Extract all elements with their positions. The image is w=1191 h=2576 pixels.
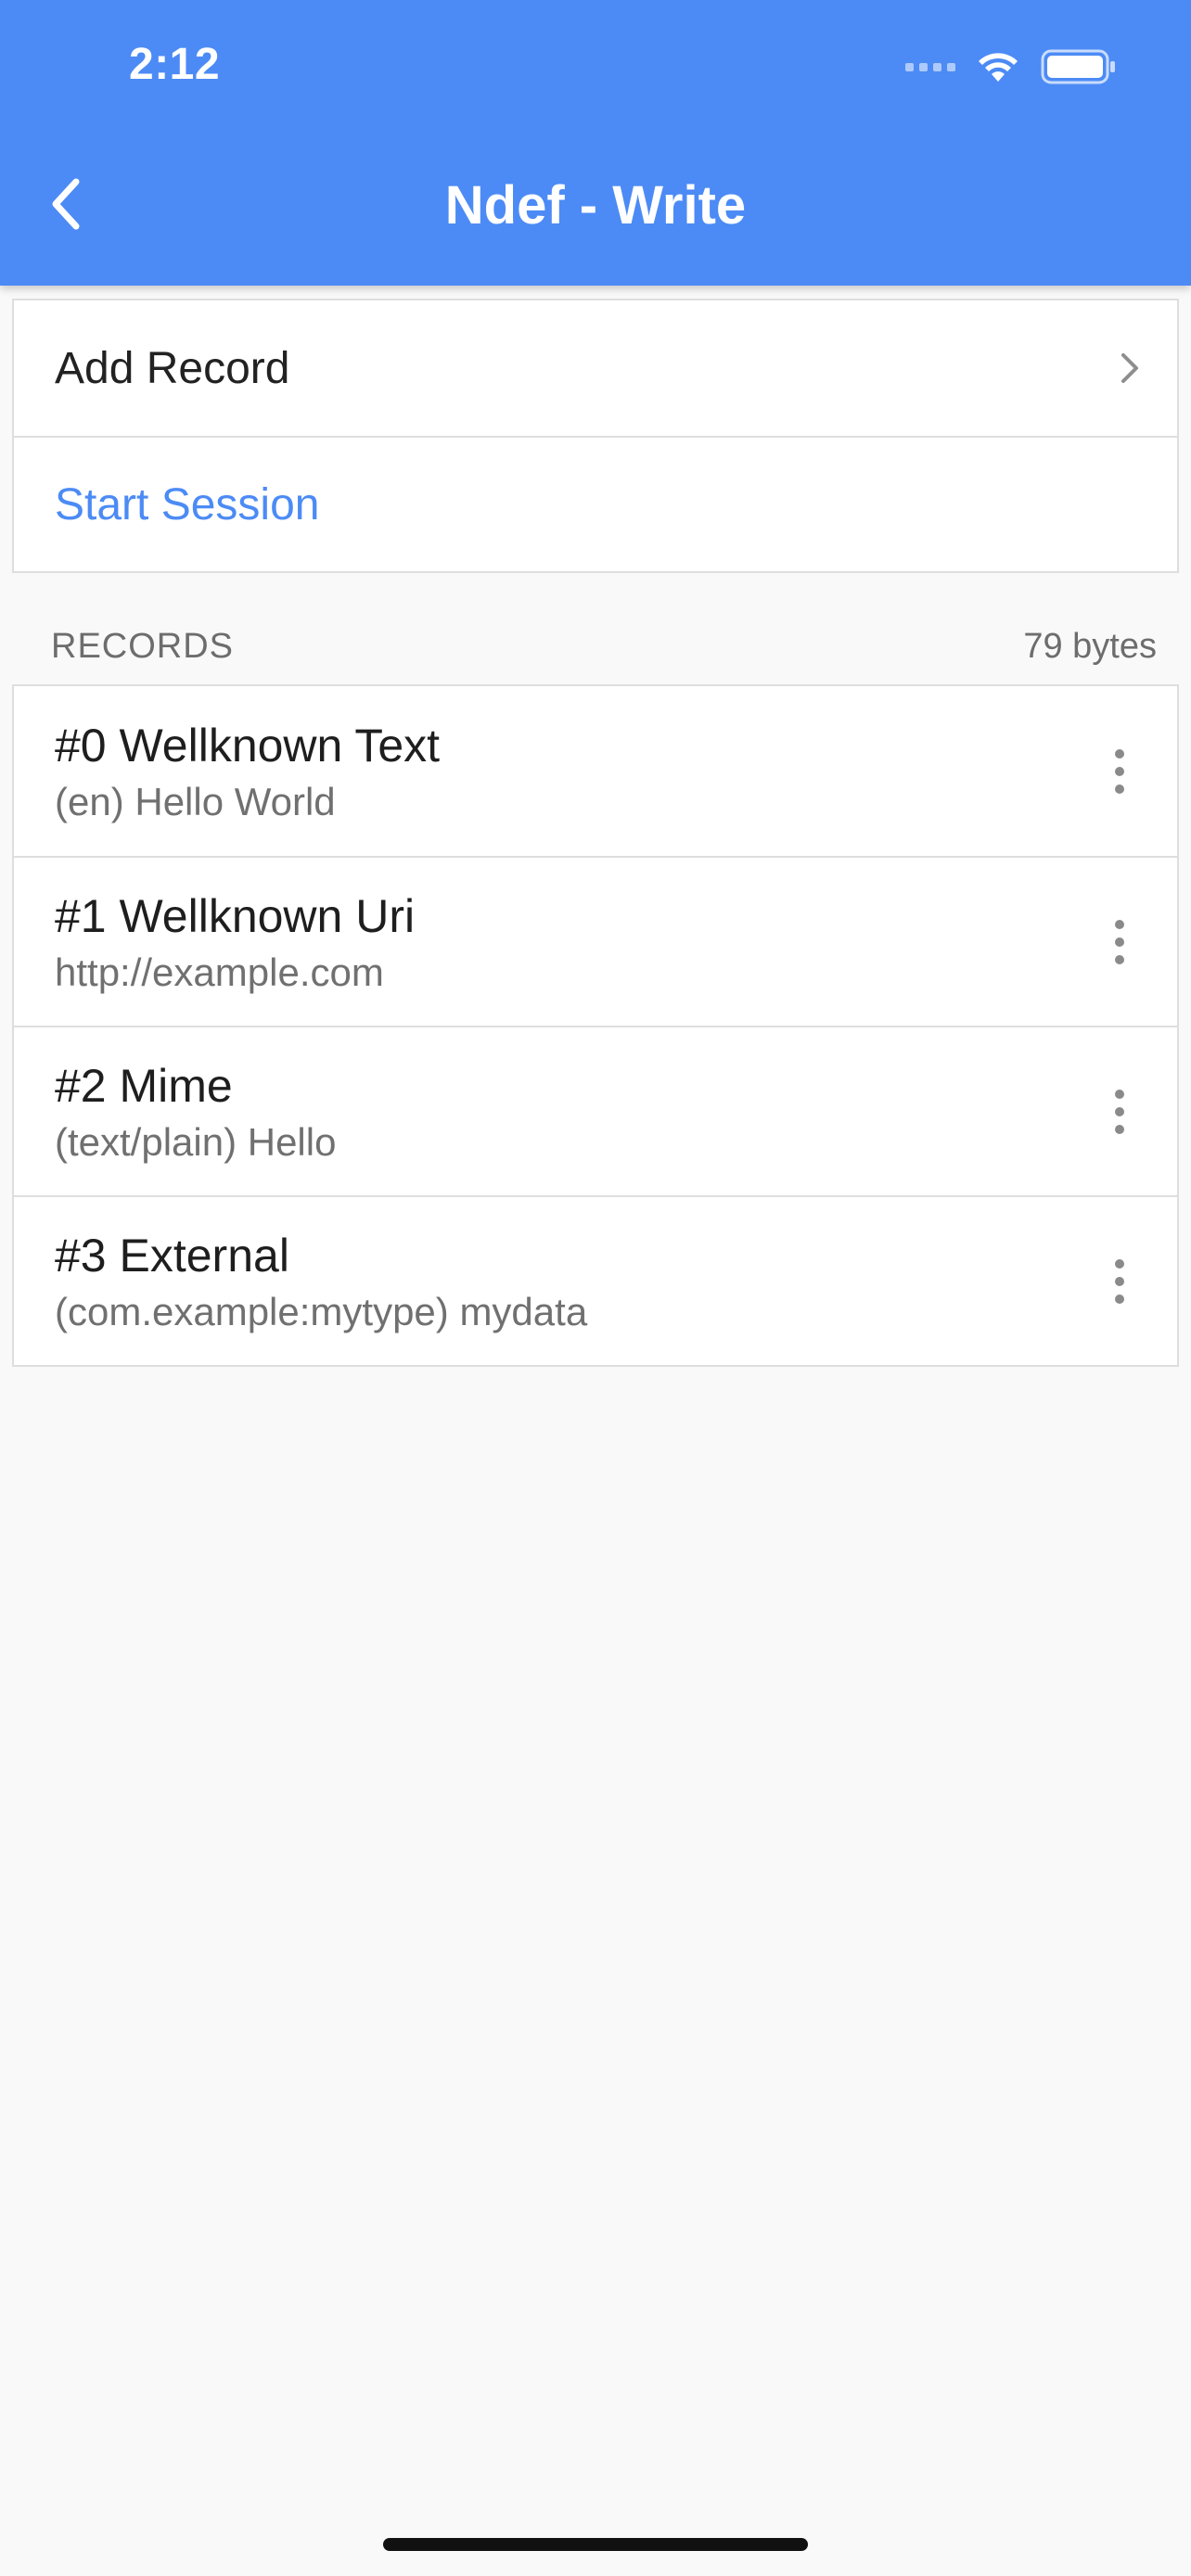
signal-icon — [905, 62, 955, 71]
record-subtitle: http://example.com — [55, 950, 384, 994]
more-vert-icon[interactable] — [1090, 1244, 1149, 1319]
record-title: #1 Wellknown Uri — [55, 889, 416, 942]
record-item-0[interactable]: #0 Wellknown Text (en) Hello World — [14, 686, 1177, 856]
home-indicator — [383, 2538, 808, 2551]
record-item-3[interactable]: #3 External (com.example:mytype) mydata — [14, 1195, 1177, 1365]
battery-icon — [1041, 48, 1117, 85]
records-section-title: RECORDS — [51, 627, 235, 666]
app-bar: 2:12 Ndef - Write — [0, 0, 1191, 286]
records-list: #0 Wellknown Text (en) Hello World #1 We… — [12, 684, 1179, 1367]
record-item-2[interactable]: #2 Mime (text/plain) Hello — [14, 1026, 1177, 1195]
status-time: 2:12 — [129, 40, 221, 89]
wifi-icon — [976, 50, 1020, 83]
status-icons — [905, 45, 1117, 89]
add-record-label: Add Record — [55, 343, 290, 393]
record-subtitle: (text/plain) Hello — [55, 1119, 337, 1164]
screen: 2:12 Ndef - Write Add Record Start Sessi… — [0, 0, 1191, 2576]
records-size: 79 bytes — [1023, 627, 1157, 666]
more-vert-icon[interactable] — [1090, 1075, 1149, 1149]
records-section-header: RECORDS 79 bytes — [12, 627, 1179, 667]
chevron-right-icon — [1121, 353, 1138, 383]
add-record-button[interactable]: Add Record — [14, 300, 1177, 436]
page-title: Ndef - Write — [444, 175, 747, 236]
more-vert-icon[interactable] — [1090, 734, 1149, 809]
record-title: #2 Mime — [55, 1059, 233, 1112]
record-item-1[interactable]: #1 Wellknown Uri http://example.com — [14, 856, 1177, 1026]
more-vert-icon[interactable] — [1090, 905, 1149, 979]
record-subtitle: (com.example:mytype) mydata — [55, 1289, 588, 1333]
start-session-label: Start Session — [55, 479, 320, 529]
actions-card: Add Record Start Session — [12, 299, 1179, 573]
record-title: #0 Wellknown Text — [55, 719, 441, 772]
start-session-button[interactable]: Start Session — [14, 436, 1177, 571]
record-subtitle: (en) Hello World — [55, 779, 336, 823]
record-title: #3 External — [55, 1229, 289, 1282]
